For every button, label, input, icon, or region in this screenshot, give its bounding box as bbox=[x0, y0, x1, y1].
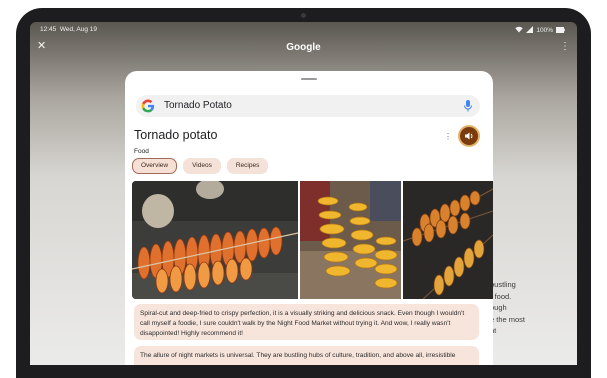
review-text: Spiral-cut and deep-fried to crispy perf… bbox=[140, 310, 465, 337]
status-time: 12:45 Wed, Aug 19 bbox=[40, 26, 97, 33]
search-query[interactable]: Tornado Potato bbox=[164, 100, 232, 111]
mic-icon[interactable] bbox=[463, 99, 473, 113]
tornado-potato-image[interactable] bbox=[132, 181, 298, 299]
entity-category: Food bbox=[134, 148, 149, 155]
tab-videos[interactable]: Videos bbox=[183, 158, 221, 174]
tablet-screen: 12:45 Wed, Aug 19 100% ✕ Google ⋮ bustli… bbox=[30, 22, 577, 365]
skewer-potato-image[interactable] bbox=[403, 181, 493, 299]
status-time-value: 12:45 bbox=[40, 26, 57, 33]
review-text: The allure of night markets is universal… bbox=[140, 352, 456, 359]
tab-overview[interactable]: Overview bbox=[132, 158, 178, 174]
drag-handle[interactable] bbox=[301, 78, 317, 80]
front-camera bbox=[301, 13, 306, 18]
background-text-line: bustling bbox=[490, 280, 516, 289]
knowledge-sheet: Tornado Potato Tornado potato Food ⋮ Ove… bbox=[125, 71, 493, 365]
more-options-icon[interactable]: ⋮ bbox=[444, 132, 452, 141]
signal-icon bbox=[526, 26, 534, 35]
google-logo-icon bbox=[141, 99, 155, 113]
wifi-icon bbox=[515, 26, 524, 35]
background-text-line: ough bbox=[490, 303, 507, 313]
more-vert-icon[interactable]: ⋮ bbox=[560, 41, 570, 52]
background-text-line: e the most bbox=[490, 314, 526, 324]
top-app-bar: ✕ Google ⋮ bbox=[30, 38, 577, 58]
status-bar: 12:45 Wed, Aug 19 100% bbox=[30, 22, 577, 36]
background-text-line: ht bbox=[490, 326, 497, 336]
tab-recipes[interactable]: Recipes bbox=[226, 158, 269, 174]
background-text: bustling r food. ough e the most ht bbox=[490, 279, 525, 337]
market-potato-image[interactable] bbox=[300, 181, 401, 299]
topbar-title: Google bbox=[286, 42, 321, 53]
status-date: Wed, Aug 19 bbox=[59, 26, 98, 33]
tab-chips: Overview Videos Recipes bbox=[132, 158, 269, 174]
review-card: Spiral-cut and deep-fried to crispy perf… bbox=[134, 304, 479, 340]
status-right: 100% bbox=[515, 26, 565, 35]
battery-level: 100% bbox=[536, 27, 553, 34]
speaker-icon[interactable] bbox=[458, 125, 480, 147]
battery-icon bbox=[556, 26, 565, 35]
review-card: The allure of night markets is universal… bbox=[134, 346, 479, 365]
background-text-line: r food. bbox=[490, 291, 512, 301]
entity-title: Tornado potato bbox=[134, 128, 218, 142]
search-bar[interactable]: Tornado Potato bbox=[136, 95, 480, 117]
image-carousel bbox=[132, 181, 493, 299]
